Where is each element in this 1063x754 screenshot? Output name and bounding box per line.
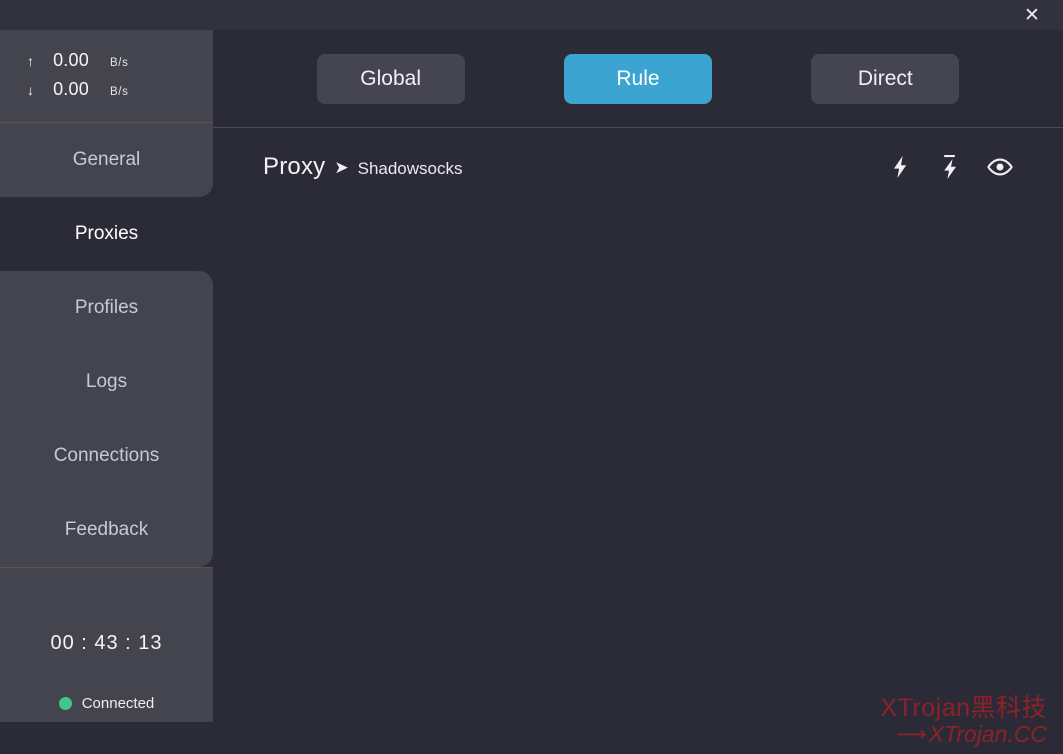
breadcrumb: Proxy ➤ Shadowsocks	[263, 153, 885, 181]
proxy-mode-bar: Global Rule Direct	[213, 30, 1063, 128]
lightning-bolt-bar-icon	[940, 154, 960, 180]
sidebar-item-general[interactable]: General	[0, 123, 213, 197]
traffic-stats: ↑ 0.00 B/s ↓ 0.00 B/s	[0, 30, 213, 123]
sidebar-nav-group-lower: Profiles Logs Connections Feedback	[0, 271, 213, 567]
sidebar-item-proxies[interactable]: Proxies	[0, 197, 213, 271]
visibility-toggle-button[interactable]	[985, 152, 1015, 182]
connection-timer: 00 : 43 : 13	[50, 632, 163, 654]
sidebar-status-panel: 00 : 43 : 13 Connected	[0, 567, 213, 722]
main-content: Global Rule Direct Proxy ➤ Shadowsocks X…	[213, 30, 1063, 754]
lightning-bolt-icon	[890, 155, 910, 179]
mode-button-direct[interactable]: Direct	[811, 53, 960, 104]
eye-icon	[987, 158, 1013, 176]
sidebar-item-feedback[interactable]: Feedback	[0, 493, 213, 567]
proxy-list-area	[213, 206, 1063, 754]
download-speed-unit: B/s	[110, 86, 129, 98]
sidebar-item-logs[interactable]: Logs	[0, 345, 213, 419]
title-bar: ✕	[0, 0, 1063, 30]
download-arrow-icon: ↓	[27, 82, 34, 98]
download-speed-value: 0.00	[53, 79, 89, 99]
sidebar-nav-group-upper: General	[0, 123, 213, 197]
status-dot-icon	[58, 697, 72, 710]
sidebar-item-connections[interactable]: Connections	[0, 419, 213, 493]
sidebar: ↑ 0.00 B/s ↓ 0.00 B/s General Proxies Pr…	[0, 30, 213, 754]
sidebar-item-profiles[interactable]: Profiles	[0, 271, 213, 345]
proxy-group-header: Proxy ➤ Shadowsocks	[213, 128, 1063, 206]
mode-button-global[interactable]: Global	[316, 53, 465, 104]
breadcrumb-primary: Proxy	[263, 153, 326, 180]
upload-arrow-icon: ↑	[27, 53, 34, 69]
connection-status: Connected	[0, 695, 213, 712]
upload-speed-value: 0.00	[53, 50, 89, 70]
sidebar-traffic-panel: ↑ 0.00 B/s ↓ 0.00 B/s	[0, 30, 213, 123]
mode-button-rule[interactable]: Rule	[563, 53, 712, 104]
breadcrumb-arrow-icon: ➤	[334, 158, 349, 177]
upload-speed-unit: B/s	[110, 57, 129, 69]
upload-speed-row: ↑ 0.00 B/s	[0, 46, 213, 75]
speed-test-single-button[interactable]	[935, 152, 965, 182]
download-speed-row: ↓ 0.00 B/s	[0, 75, 213, 104]
breadcrumb-secondary: Shadowsocks	[357, 159, 463, 178]
close-button[interactable]: ✕	[1009, 0, 1055, 30]
speed-test-all-button[interactable]	[885, 152, 915, 182]
connection-status-label: Connected	[81, 695, 155, 712]
app-window: ✕ ↑ 0.00 B/s ↓ 0.00 B/s General Proxies	[0, 0, 1063, 754]
header-actions	[885, 152, 1015, 182]
